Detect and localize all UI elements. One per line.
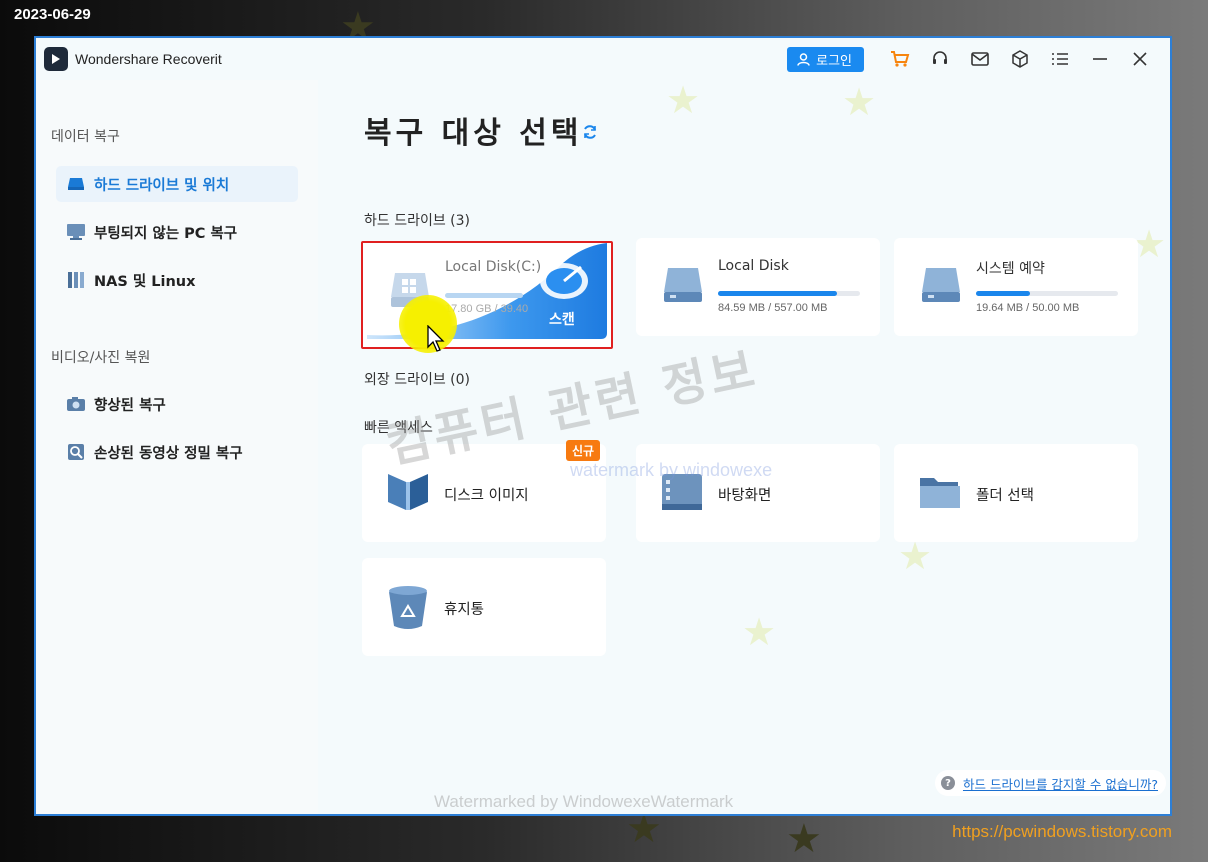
external-drives-label: 외장 드라이브 (0) bbox=[364, 372, 471, 388]
drive-name: Local Disk bbox=[718, 258, 789, 274]
quick-access-label: 디스크 이미지 bbox=[444, 488, 529, 504]
sidebar-item-unbootable-pc[interactable]: 부팅되지 않는 PC 복구 bbox=[56, 214, 298, 250]
quick-access-recycle-bin[interactable]: 휴지통 bbox=[362, 558, 606, 656]
menu-icon[interactable] bbox=[1040, 45, 1080, 73]
hard-drive-icon bbox=[664, 268, 702, 302]
login-button[interactable]: 로그인 bbox=[787, 46, 864, 72]
sidebar-item-label: 향상된 복구 bbox=[94, 397, 166, 414]
nas-icon bbox=[66, 270, 86, 290]
url-stamp: https://pcwindows.tistory.com bbox=[952, 822, 1172, 841]
login-label: 로그인 bbox=[816, 53, 852, 69]
mouse-cursor-icon bbox=[427, 325, 445, 352]
mail-icon[interactable] bbox=[960, 45, 1000, 73]
quick-access-label: 폴더 선택 bbox=[976, 488, 1034, 504]
cube-icon[interactable] bbox=[1000, 45, 1040, 73]
hard-drive-icon bbox=[922, 268, 960, 302]
scan-gauge-icon bbox=[540, 263, 588, 299]
sidebar-item-label: 손상된 동영상 정밀 복구 bbox=[94, 445, 243, 462]
quick-access-label: 바탕화면 bbox=[718, 488, 772, 504]
hard-drives-label: 하드 드라이브 (3) bbox=[364, 213, 471, 229]
app-window: ★ ★ ★ ★ ★ ★ ★ ★ Wondershare Recoverit 로그… bbox=[34, 36, 1172, 816]
help-link[interactable]: ? 하드 드라이브를 감지할 수 없습니까? bbox=[934, 770, 1166, 796]
watermark-bottom: Watermarked by WindowexeWatermark bbox=[434, 792, 734, 811]
sidebar-heading-media: 비디오/사진 복원 bbox=[51, 350, 151, 366]
recoverit-logo-icon bbox=[44, 47, 68, 71]
drive-size: 19.64 MB / 50.00 MB bbox=[976, 302, 1080, 314]
page-title: 복구 대상 선택 bbox=[364, 116, 583, 151]
drive-size: 17.80 GB / 39.40 bbox=[445, 303, 529, 315]
sidebar-item-label: NAS 및 Linux bbox=[94, 273, 196, 290]
question-icon: ? bbox=[940, 776, 955, 790]
watermark-small: watermark by windowexe bbox=[570, 460, 773, 480]
drive-name: Local Disk(C:) bbox=[445, 259, 542, 275]
sidebar-item-nas-linux[interactable]: NAS 및 Linux bbox=[56, 262, 298, 298]
video-repair-icon bbox=[66, 442, 86, 462]
headset-icon[interactable] bbox=[920, 45, 960, 73]
quick-access-select-folder[interactable]: 폴더 선택 bbox=[894, 444, 1138, 542]
title-actions: 로그인 bbox=[787, 45, 1160, 73]
sidebar-item-hard-drive[interactable]: 하드 드라이브 및 위치 bbox=[56, 166, 298, 202]
drive-size: 84.59 MB / 557.00 MB bbox=[718, 302, 828, 314]
scan-button[interactable]: 스캔 bbox=[549, 309, 575, 329]
sidebar-item-enhanced-recovery[interactable]: 향상된 복구 bbox=[56, 386, 298, 422]
folder-icon bbox=[920, 478, 960, 508]
new-badge: 신규 bbox=[566, 440, 601, 461]
sidebar-item-label: 하드 드라이브 및 위치 bbox=[94, 177, 230, 194]
drive-usage-fill bbox=[718, 291, 838, 296]
date-stamp: 2023-06-29 bbox=[14, 6, 91, 23]
drive-usage-fill bbox=[976, 291, 1030, 296]
sidebar: 데이터 복구 하드 드라이브 및 위치 부팅되지 않는 PC 복구 NAS 및 … bbox=[36, 80, 318, 814]
cart-icon[interactable] bbox=[880, 45, 920, 73]
title-bar: Wondershare Recoverit 로그인 bbox=[36, 38, 1170, 80]
background-star-icon: ★ bbox=[786, 816, 822, 862]
quick-access-label: 휴지통 bbox=[444, 602, 485, 618]
user-icon bbox=[797, 52, 810, 66]
refresh-icon[interactable] bbox=[582, 124, 598, 140]
minimize-icon[interactable] bbox=[1080, 45, 1120, 73]
drive-card-system-reserved[interactable]: 시스템 예약 19.64 MB / 50.00 MB bbox=[894, 238, 1138, 336]
sidebar-heading-data-recovery: 데이터 복구 bbox=[51, 129, 120, 145]
drive-card-c[interactable]: Local Disk(C:) 17.80 GB / 39.40 스캔 bbox=[361, 241, 613, 353]
drive-usage-bar bbox=[445, 293, 523, 298]
monitor-icon bbox=[66, 222, 86, 242]
drive-usage-bar bbox=[718, 291, 860, 296]
drive-card-local-disk[interactable]: Local Disk 84.59 MB / 557.00 MB bbox=[636, 238, 880, 336]
sidebar-item-video-repair[interactable]: 손상된 동영상 정밀 복구 bbox=[56, 434, 298, 470]
drive-usage-bar bbox=[976, 291, 1118, 296]
camera-icon bbox=[66, 394, 86, 414]
close-icon[interactable] bbox=[1120, 45, 1160, 73]
drive-name: 시스템 예약 bbox=[976, 261, 1045, 277]
help-link-text: 하드 드라이브를 감지할 수 없습니까? bbox=[962, 776, 1158, 792]
hard-drive-icon bbox=[66, 174, 86, 194]
quick-access-desktop[interactable]: 바탕화면 bbox=[636, 444, 880, 542]
recycle-bin-icon bbox=[389, 586, 427, 629]
app-title: Wondershare Recoverit bbox=[75, 51, 222, 67]
sidebar-item-label: 부팅되지 않는 PC 복구 bbox=[94, 225, 238, 242]
